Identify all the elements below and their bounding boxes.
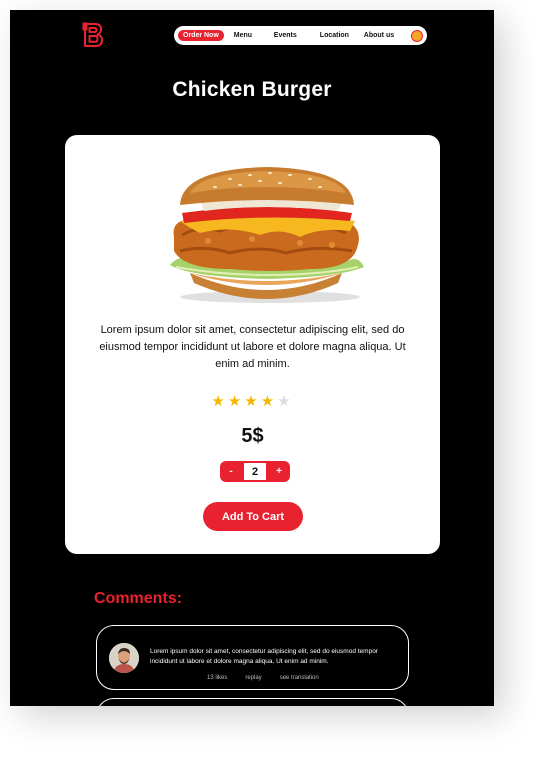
page: Order Now Menu Events Location About us … <box>10 10 494 706</box>
nav-item-menu[interactable]: Menu <box>234 32 274 39</box>
user-avatar-icon[interactable] <box>411 29 423 42</box>
comment-actions: 13 likes replay see translation <box>207 675 319 681</box>
add-to-cart-button[interactable]: Add To Cart <box>203 502 303 531</box>
logo-icon[interactable] <box>82 22 104 48</box>
nav-item-location[interactable]: Location <box>320 32 364 39</box>
comment-text: Lorem ipsum dolor sit amet, consectetur … <box>150 648 378 665</box>
comment-translate-link[interactable]: see translation <box>280 675 319 681</box>
comment-reply-link[interactable]: replay <box>245 675 261 681</box>
star-icon[interactable]: ★ <box>261 393 277 410</box>
star-icon[interactable]: ★ <box>228 393 244 410</box>
commenter-avatar[interactable] <box>109 643 139 673</box>
nav-item-events[interactable]: Events <box>274 32 320 39</box>
product-price: 5$ <box>241 425 264 447</box>
comment-likes[interactable]: 13 likes <box>207 675 227 681</box>
order-now-button[interactable]: Order Now <box>178 30 224 41</box>
page-title: Chicken Burger <box>172 78 332 101</box>
burger-image <box>170 167 364 303</box>
comments-heading: Comments: <box>94 590 183 607</box>
star-empty-icon[interactable]: ★ <box>277 393 293 410</box>
star-icon[interactable]: ★ <box>211 393 227 410</box>
star-icon[interactable]: ★ <box>244 393 260 410</box>
quantity-value[interactable]: 2 <box>242 461 268 482</box>
comment-card: Lorem ipsum dolor sit amet, consectetur … <box>96 625 409 690</box>
product-card: Lorem ipsum dolor sit amet, consectetur … <box>65 135 440 554</box>
quantity-stepper: - 2 + <box>220 461 290 482</box>
increase-quantity-button[interactable]: + <box>268 461 290 482</box>
nav-item-about-us[interactable]: About us <box>364 32 404 39</box>
product-description: Lorem ipsum dolor sit amet, consectetur … <box>99 324 406 370</box>
comment-card <box>96 698 409 706</box>
decrease-quantity-button[interactable]: - <box>220 461 242 482</box>
rating-stars[interactable]: ★★★★★ <box>65 392 440 410</box>
top-nav: Order Now Menu Events Location About us <box>174 26 427 45</box>
